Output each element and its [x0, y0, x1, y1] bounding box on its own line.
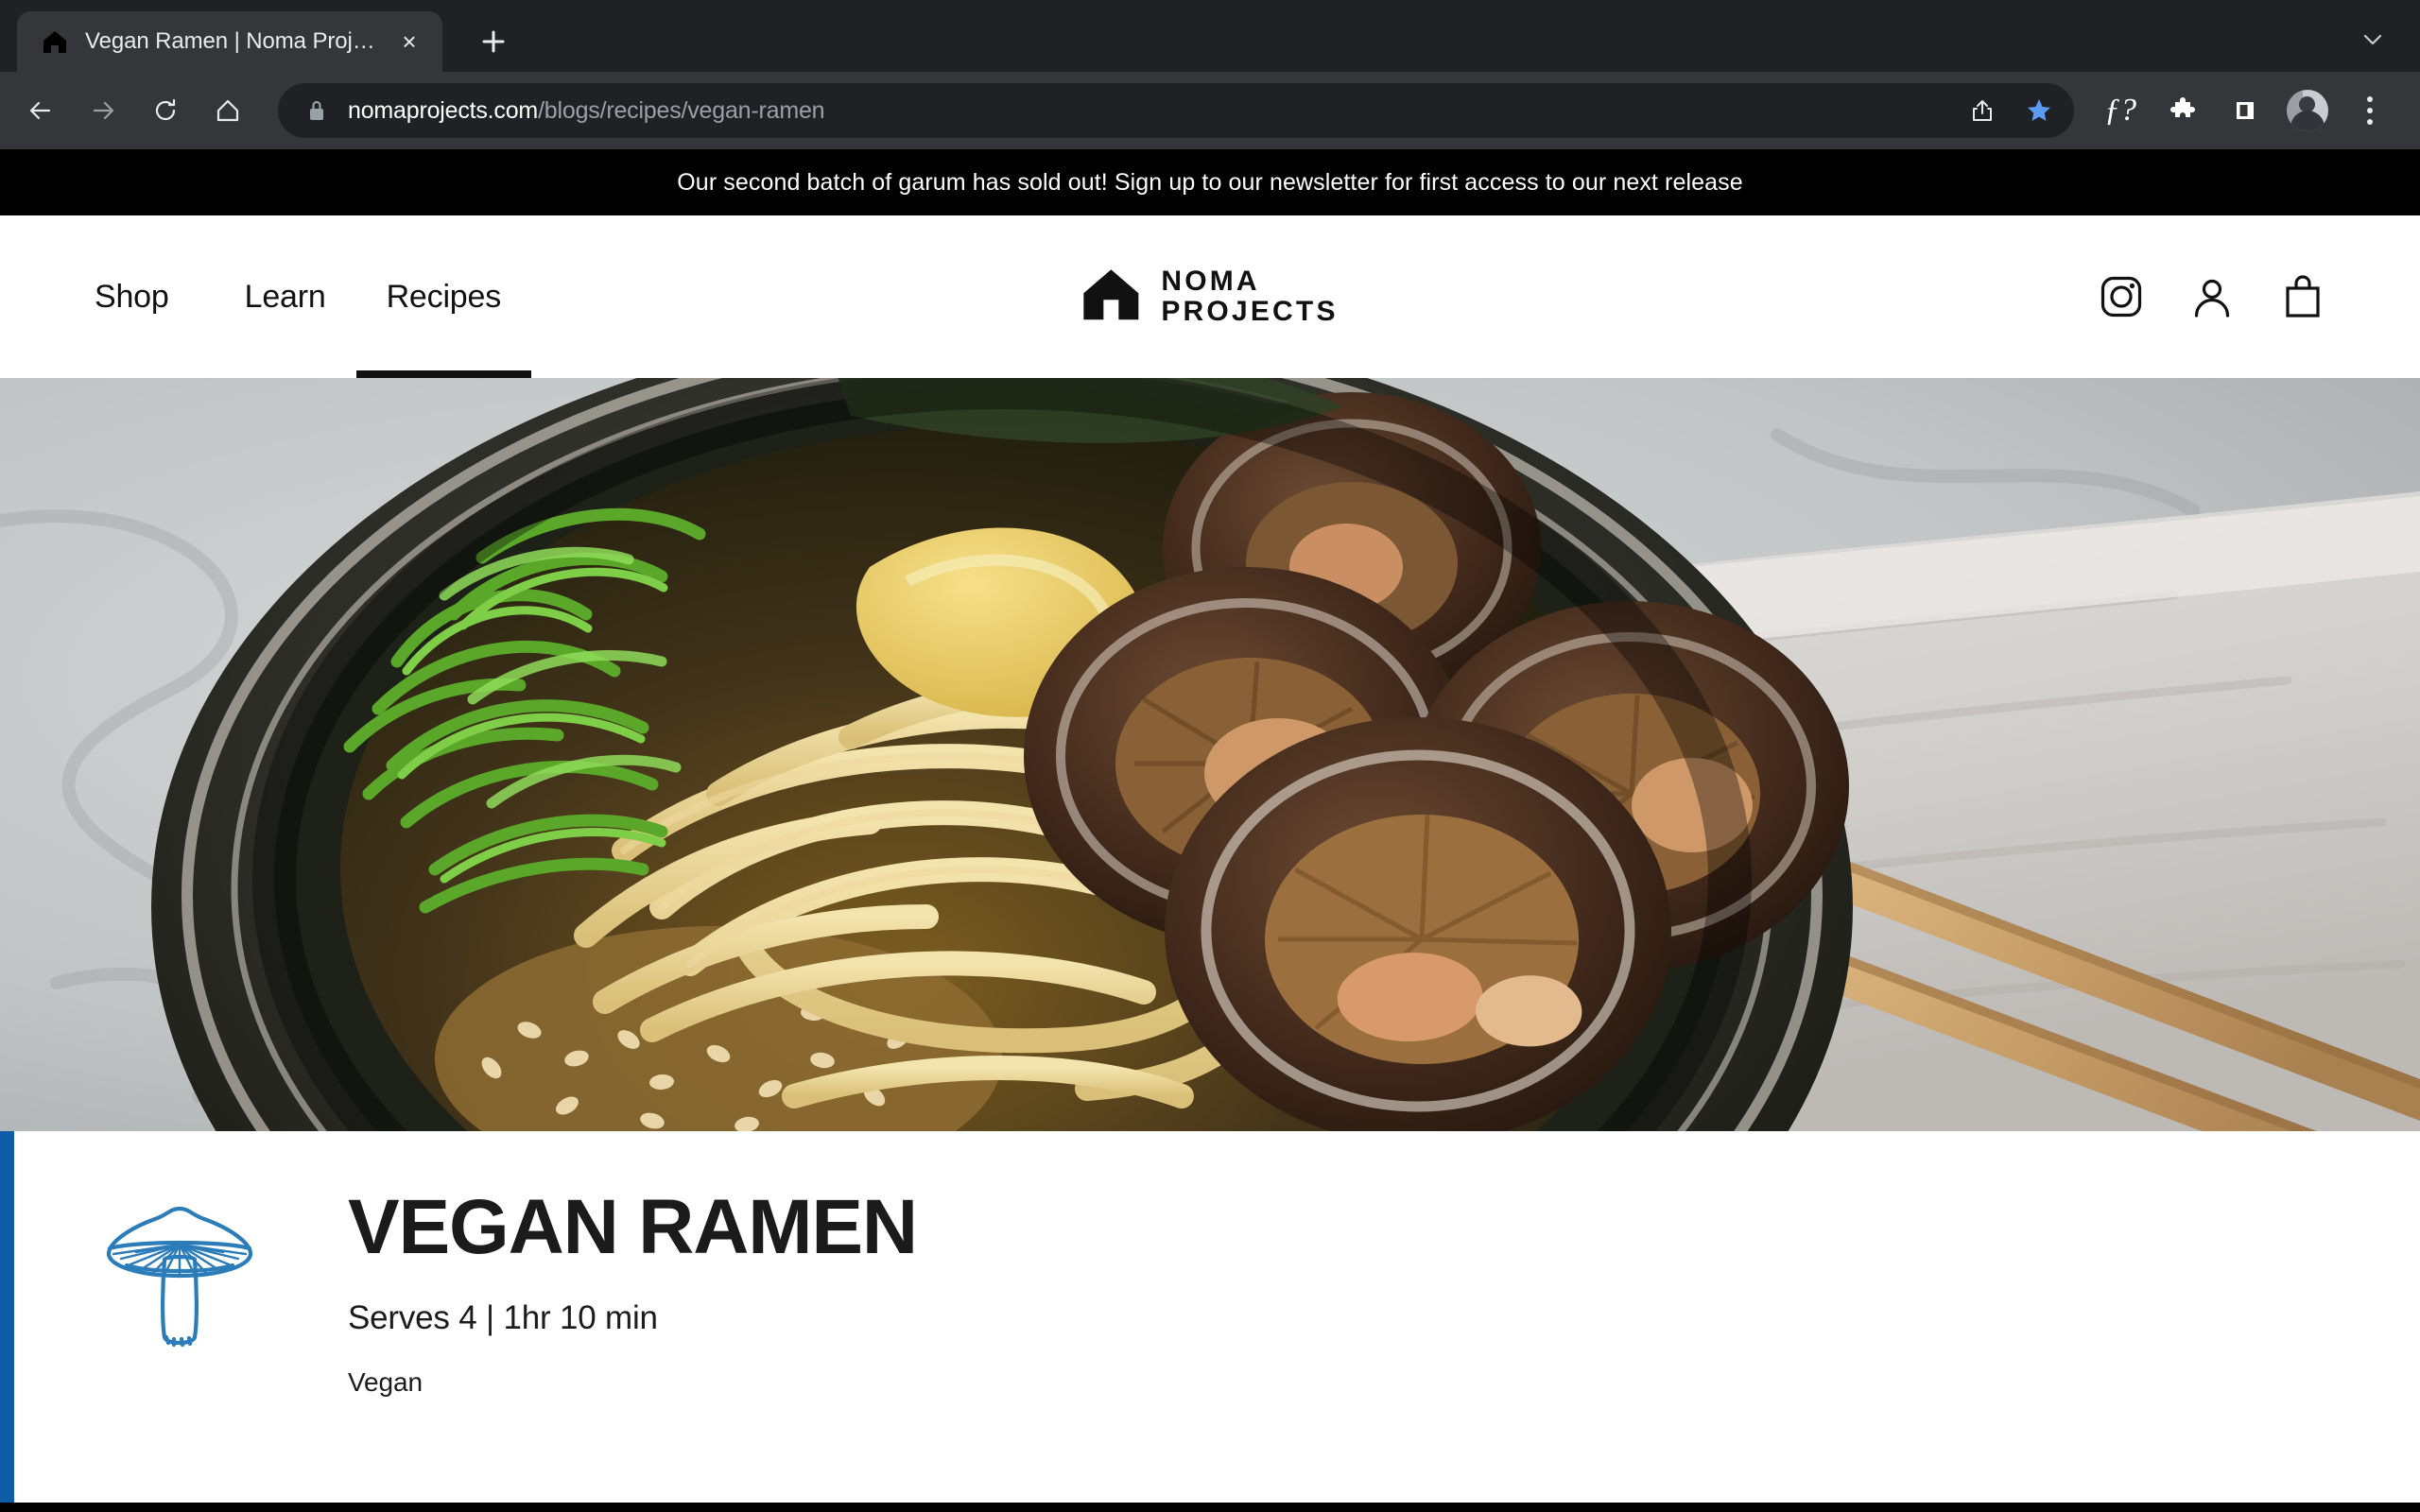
site-header: Shop Learn Recipes NOMA PROJECTS — [0, 215, 2420, 378]
logo-wordmark: NOMA PROJECTS — [1161, 266, 1338, 327]
page-viewport: Our second batch of garum has sold out! … — [0, 149, 2420, 1512]
back-icon[interactable] — [11, 81, 70, 140]
close-icon[interactable]: × — [393, 26, 425, 58]
address-bar[interactable]: nomaprojects.com/blogs/recipes/vegan-ram… — [278, 83, 2074, 138]
tab-title: Vegan Ramen | Noma Projects — [85, 28, 376, 54]
cart-bag-icon[interactable] — [2280, 274, 2325, 319]
browser-toolbar: nomaprojects.com/blogs/recipes/vegan-ram… — [0, 72, 2420, 149]
three-dots — [2367, 96, 2373, 125]
accent-bar — [0, 1131, 14, 1512]
recipe-intro: VEGAN RAMEN Serves 4 | 1hr 10 min Vegan — [0, 1131, 2420, 1512]
secure-lock-icon — [302, 98, 331, 123]
url-text: nomaprojects.com/blogs/recipes/vegan-ram… — [348, 97, 1955, 125]
hero-illustration — [0, 378, 2420, 1131]
tab-strip: Vegan Ramen | Noma Projects × — [0, 0, 2420, 72]
logo-line-2: PROJECTS — [1161, 296, 1339, 327]
header-icon-group — [2099, 215, 2420, 378]
mushroom-illustration — [95, 1188, 265, 1350]
nav-item-recipes[interactable]: Recipes — [355, 215, 532, 378]
account-icon[interactable] — [2189, 274, 2235, 319]
logo-line-1: NOMA — [1161, 266, 1260, 298]
page-title: VEGAN RAMEN — [348, 1184, 918, 1270]
browser-menu-icon[interactable] — [2341, 81, 2399, 140]
recipe-tag: Vegan — [348, 1366, 423, 1397]
star-filled-icon[interactable] — [2012, 87, 2066, 134]
page-bottom-strip — [0, 1503, 2420, 1512]
nav-item-shop[interactable]: Shop — [95, 215, 215, 378]
hero-image — [0, 378, 2420, 1131]
house-logo-mark — [1081, 268, 1140, 326]
extension-glyph: ƒ? — [2104, 93, 2136, 128]
announcement-bar[interactable]: Our second batch of garum has sold out! … — [0, 149, 2420, 215]
extensions-puzzle-icon[interactable] — [2153, 81, 2212, 140]
omnibox-actions — [1955, 87, 2066, 134]
recipe-text-block: VEGAN RAMEN Serves 4 | 1hr 10 min Vegan — [348, 1184, 918, 1398]
forward-icon[interactable] — [74, 81, 132, 140]
primary-nav: Shop Learn Recipes — [0, 215, 532, 378]
site-logo[interactable]: NOMA PROJECTS — [1081, 266, 1338, 327]
avatar — [2287, 90, 2328, 131]
new-tab-button[interactable] — [467, 15, 520, 68]
reload-icon[interactable] — [136, 81, 195, 140]
font-inspector-extension-icon[interactable]: ƒ? — [2091, 81, 2150, 140]
instagram-icon[interactable] — [2099, 274, 2144, 319]
nav-item-learn[interactable]: Learn — [215, 215, 356, 378]
home-icon[interactable] — [199, 81, 257, 140]
url-host: nomaprojects.com — [348, 96, 539, 124]
profile-avatar[interactable] — [2278, 81, 2337, 140]
browser-window: Vegan Ramen | Noma Projects × nomaprojec… — [0, 0, 2420, 1512]
chevron-down-icon[interactable] — [2346, 13, 2399, 66]
share-icon[interactable] — [1955, 87, 2010, 134]
side-panel-icon[interactable] — [2216, 81, 2274, 140]
url-path: /blogs/recipes/vegan-ramen — [538, 96, 825, 124]
noma-house-favicon — [42, 28, 68, 55]
browser-tab[interactable]: Vegan Ramen | Noma Projects × — [17, 11, 442, 72]
recipe-meta: Serves 4 | 1hr 10 min — [348, 1298, 658, 1336]
